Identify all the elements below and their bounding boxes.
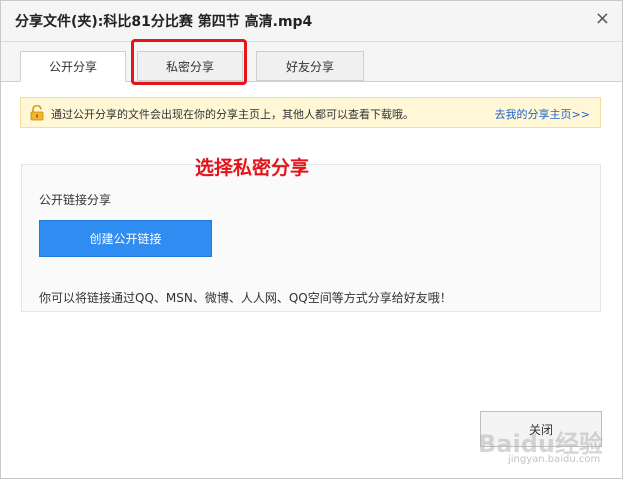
create-public-link-button[interactable]: 创建公开链接 [39,220,212,257]
tab-private-share[interactable]: 私密分享 [137,51,243,81]
public-link-panel: 公开链接分享 创建公开链接 你可以将链接通过QQ、MSN、微博、人人网、QQ空间… [21,164,601,312]
dialog-titlebar: 分享文件(夹):科比81分比赛 第四节 高清.mp4 × [1,1,622,42]
dialog-title: 分享文件(夹):科比81分比赛 第四节 高清.mp4 [15,14,313,30]
annotation-text: 选择私密分享 [195,157,310,179]
my-share-homepage-link[interactable]: 去我的分享主页>> [495,106,590,122]
close-button[interactable]: 关闭 [480,411,602,447]
tab-friend-share[interactable]: 好友分享 [256,51,364,81]
notice-bar: 通过公开分享的文件会出现在你的分享主页上，其他人都可以查看下载哦。 去我的分享主… [20,97,601,128]
tab-public-share[interactable]: 公开分享 [20,51,126,82]
lock-icon [30,105,44,121]
panel-heading: 公开链接分享 [39,193,112,207]
tab-bar: 公开分享 私密分享 好友分享 [1,42,622,82]
notice-text: 通过公开分享的文件会出现在你的分享主页上，其他人都可以查看下载哦。 [51,108,414,121]
panel-description: 你可以将链接通过QQ、MSN、微博、人人网、QQ空间等方式分享给好友哦！ [39,291,452,305]
close-icon[interactable]: × [595,9,610,29]
